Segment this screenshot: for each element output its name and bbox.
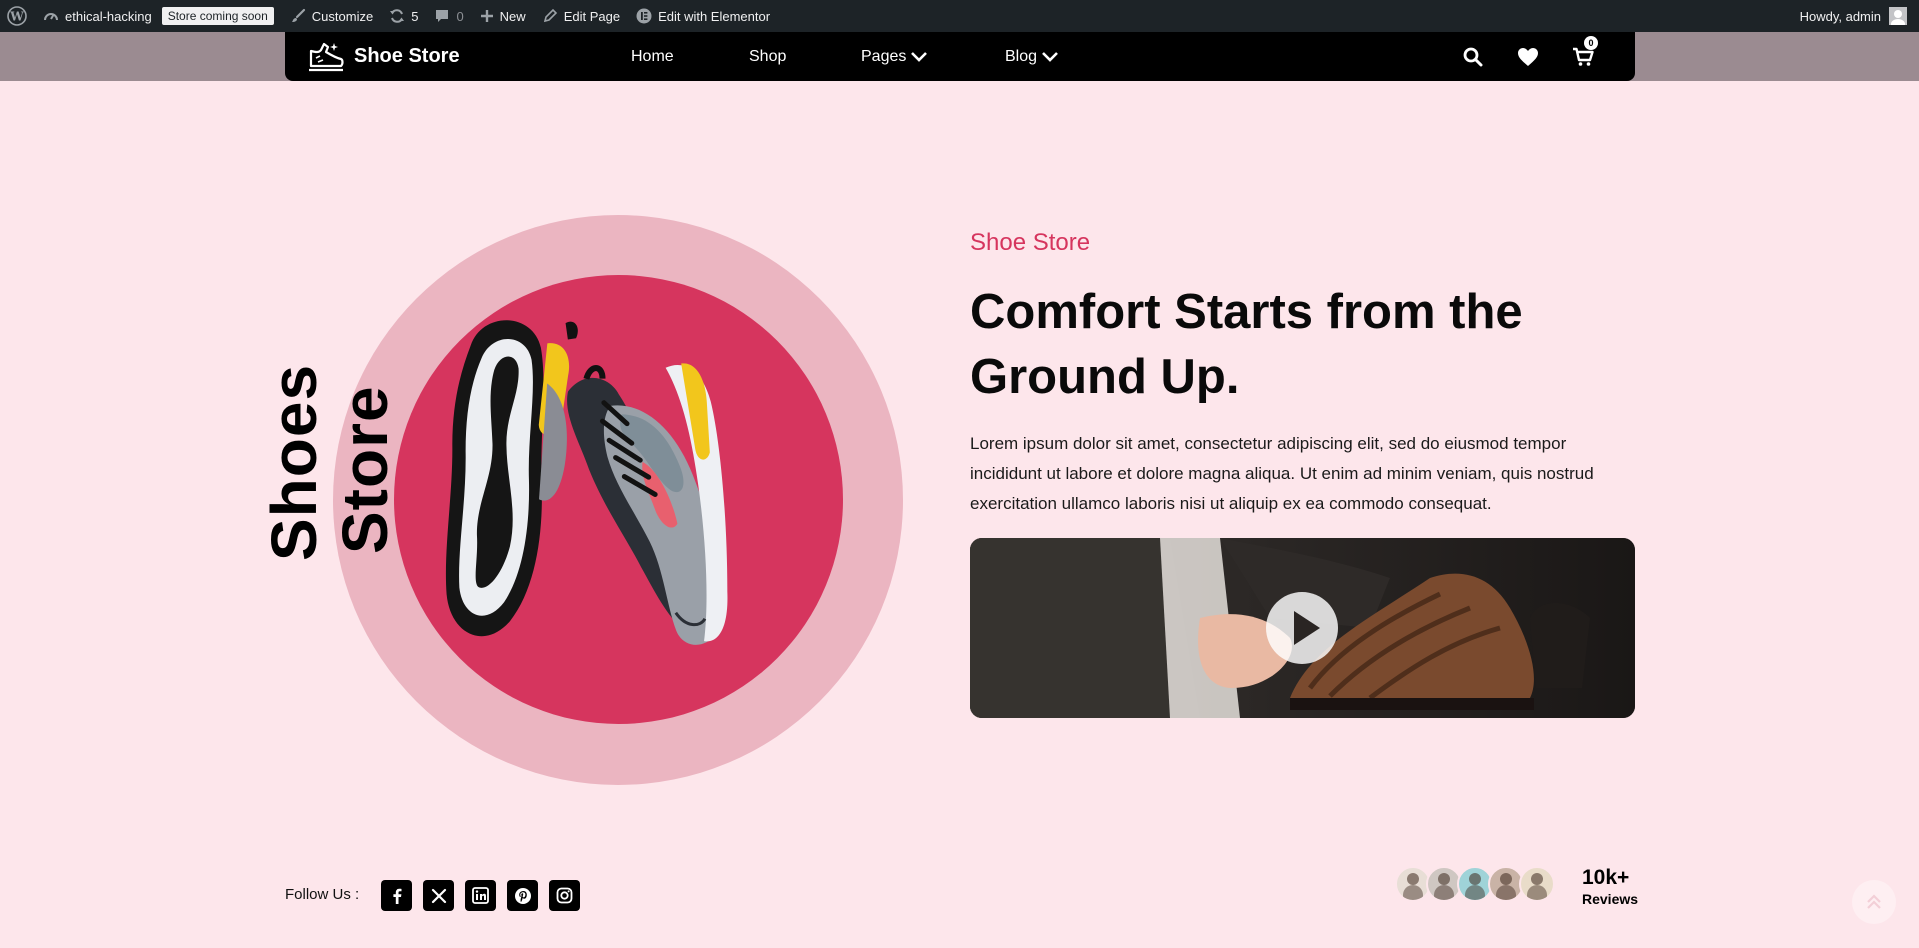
linkedin-icon — [472, 887, 489, 904]
wishlist-button[interactable] — [1517, 32, 1539, 81]
new-label: New — [499, 8, 526, 24]
updates-count: 5 — [411, 8, 419, 24]
paintbrush-icon — [291, 8, 305, 22]
x-link[interactable] — [423, 880, 454, 911]
brand-name: Shoe Store — [354, 45, 460, 67]
nav-shop[interactable]: Shop — [749, 32, 786, 81]
nav-home-label: Home — [631, 47, 674, 65]
admin-bar-site-link[interactable]: ethical-hacking — [35, 0, 160, 32]
search-button[interactable] — [1463, 32, 1483, 81]
nav-pages[interactable]: Pages — [861, 32, 928, 81]
hero-eyebrow: Shoe Store — [970, 229, 1091, 256]
admin-bar-edit-page[interactable]: Edit Page — [534, 0, 628, 32]
site-brand[interactable]: Shoe Store — [306, 32, 460, 81]
video-thumbnail[interactable] — [970, 538, 1635, 718]
store-status[interactable]: Store coming soon — [160, 0, 282, 32]
avatar — [1519, 866, 1555, 902]
facebook-link[interactable] — [381, 880, 412, 911]
cart-button[interactable]: 0 — [1572, 32, 1598, 81]
instagram-icon — [556, 887, 573, 904]
sneakers-image — [445, 320, 728, 645]
shoe-logo-icon — [309, 42, 344, 71]
admin-greeting: Howdy, admin — [1799, 8, 1881, 24]
admin-bar-edit-elementor[interactable]: Edit with Elementor — [628, 0, 778, 32]
pinterest-link[interactable] — [507, 880, 538, 911]
site-name: ethical-hacking — [65, 8, 152, 24]
reviews-count: 10k+ — [1582, 866, 1630, 889]
scroll-to-top-button[interactable] — [1852, 880, 1896, 924]
play-icon[interactable] — [1266, 592, 1338, 664]
edit-elementor-label: Edit with Elementor — [658, 8, 771, 24]
main-navigation: Shoe Store Home Shop Pages Blog 0 — [285, 32, 1635, 81]
hero-body-text: Lorem ipsum dolor sit amet, consectetur … — [970, 434, 1594, 513]
admin-bar-comments[interactable]: 0 — [426, 0, 471, 32]
admin-bar: W ethical-hacking Store coming soon Cust… — [0, 0, 1919, 32]
double-chevron-up-icon — [1867, 894, 1881, 909]
search-icon — [1463, 47, 1483, 66]
instagram-link[interactable] — [549, 880, 580, 911]
nav-blog[interactable]: Blog — [1005, 32, 1059, 81]
cart-count-badge: 0 — [1584, 36, 1598, 50]
hero-headline-line-1: Comfort Starts from the — [970, 285, 1523, 339]
hero-headline-line-2: Ground Up. — [970, 350, 1240, 404]
vertical-word-shoes: Shoes — [258, 363, 330, 561]
pencil-icon — [543, 8, 557, 23]
updates-icon — [390, 9, 405, 23]
reviewer-avatars — [1395, 866, 1555, 902]
vertical-word-store: Store — [329, 385, 401, 554]
plus-icon — [480, 10, 493, 22]
nav-home[interactable]: Home — [631, 32, 674, 81]
reviews-label: Reviews — [1582, 891, 1639, 907]
nav-shop-label: Shop — [749, 47, 787, 65]
svg-text:W: W — [9, 10, 24, 24]
elementor-icon — [636, 8, 652, 24]
edit-page-label: Edit Page — [563, 8, 621, 24]
admin-avatar — [1889, 7, 1907, 25]
dashboard-icon — [44, 13, 58, 21]
chevron-down-icon — [1042, 51, 1058, 62]
hero-headline: Comfort Starts from the Ground Up. — [970, 280, 1610, 410]
comments-count: 0 — [456, 8, 464, 24]
nav-blog-label: Blog — [1005, 47, 1038, 65]
chevron-down-icon — [911, 51, 928, 62]
comment-icon — [436, 10, 449, 22]
pinterest-icon — [514, 887, 531, 904]
linkedin-link[interactable] — [465, 880, 496, 911]
nav-pages-label: Pages — [861, 47, 907, 65]
admin-bar-updates[interactable]: 5 — [381, 0, 426, 32]
heart-icon — [1518, 47, 1538, 66]
admin-bar-new[interactable]: New — [472, 0, 534, 32]
admin-bar-customize[interactable]: Customize — [282, 0, 381, 32]
x-icon — [431, 888, 446, 903]
facebook-icon — [392, 888, 401, 904]
follow-us-label: Follow Us : — [285, 886, 360, 903]
wordpress-logo-icon[interactable]: W — [0, 0, 35, 32]
store-coming-soon-badge: Store coming soon — [161, 7, 274, 25]
customize-label: Customize — [311, 8, 374, 24]
admin-bar-account[interactable]: Howdy, admin — [1800, 0, 1919, 32]
